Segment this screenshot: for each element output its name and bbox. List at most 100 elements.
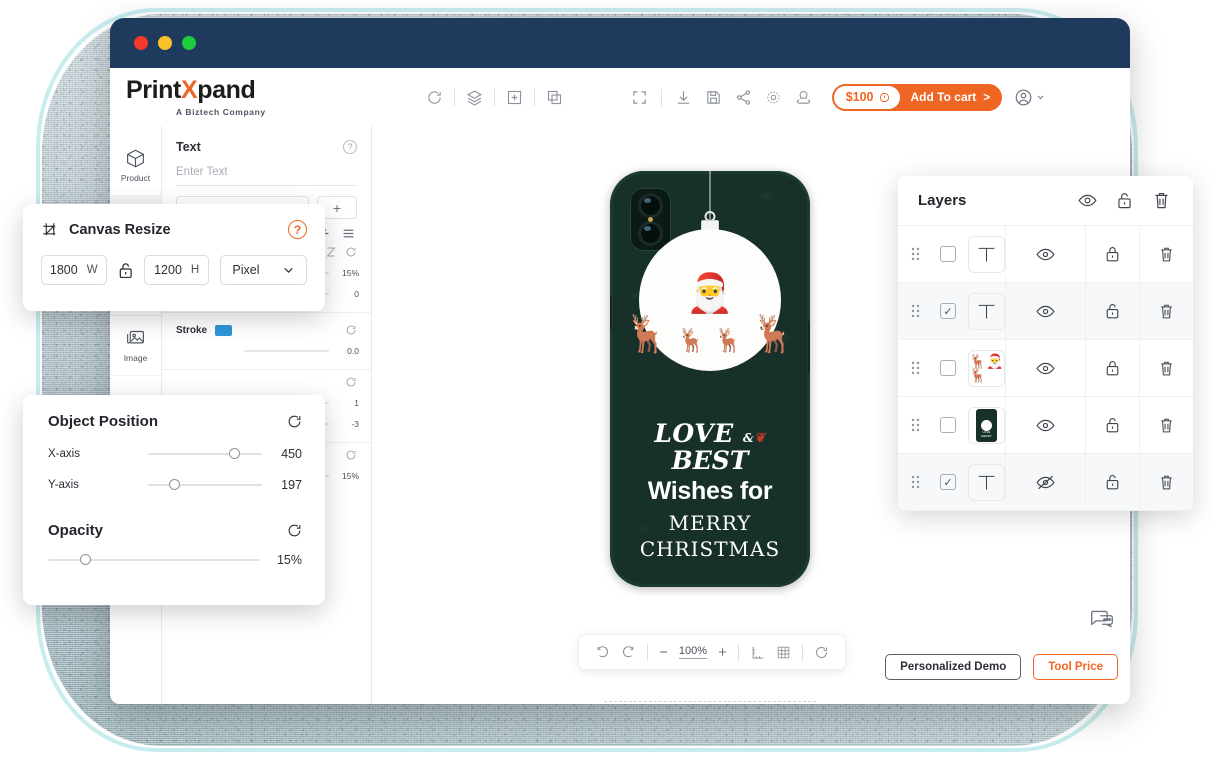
design-text-line2: BEST (671, 446, 749, 475)
layer-lock-toggle[interactable] (1085, 283, 1139, 339)
layer-visibility-toggle[interactable] (1005, 397, 1085, 453)
rail-item-product[interactable]: Product (110, 136, 161, 196)
object-position-header: Object Position (48, 413, 302, 430)
save-icon[interactable] (705, 89, 722, 106)
opacity-slider[interactable] (48, 553, 260, 567)
price-badge[interactable]: $100 (833, 85, 900, 109)
canvas-width-value: 1800 (49, 263, 78, 277)
table-row[interactable]: ✓ (898, 283, 1193, 340)
canvas-unit-select[interactable]: Pixel (220, 255, 308, 285)
layer-delete-button[interactable] (1139, 454, 1193, 510)
window-close-button[interactable] (134, 36, 148, 50)
x-axis-slider[interactable] (148, 447, 262, 461)
tool-price-button[interactable]: Tool Price (1033, 654, 1118, 680)
add-frame-icon[interactable] (506, 89, 523, 106)
layer-thumbnail-text[interactable] (968, 235, 1005, 273)
layer-visibility-toggle[interactable] (1005, 226, 1085, 282)
three-d-view-icon[interactable] (795, 89, 812, 106)
y-axis-slider[interactable] (148, 478, 262, 492)
layer-select-checkbox[interactable] (932, 246, 964, 262)
layer-delete-button[interactable] (1139, 283, 1193, 339)
chat-bubble-icon[interactable] (1088, 608, 1116, 632)
info-icon[interactable] (879, 92, 890, 103)
table-row[interactable]: ✓ (898, 454, 1193, 511)
personalized-demo-button[interactable]: Personalized Demo (885, 654, 1022, 680)
canvas-height-input[interactable]: 1200 H (143, 255, 210, 285)
drag-handle-icon[interactable] (898, 304, 932, 318)
layer-delete-button[interactable] (1139, 340, 1193, 396)
layer-visibility-toggle[interactable] (1005, 340, 1085, 396)
text-input[interactable]: Enter Text (176, 166, 357, 186)
reset-icon[interactable] (345, 324, 357, 336)
canvas-width-input[interactable]: 1800 W (41, 255, 107, 285)
redo-icon[interactable] (621, 645, 636, 660)
zoom-level-value[interactable]: 100% (678, 645, 708, 659)
stroke-width-slider[interactable] (244, 345, 329, 357)
layer-thumbnail-text[interactable] (968, 292, 1005, 330)
trash-icon[interactable] (1152, 191, 1171, 210)
account-menu[interactable] (1014, 88, 1045, 107)
flip-icon[interactable] (325, 246, 337, 258)
layer-visibility-toggle[interactable] (1005, 454, 1085, 510)
table-row[interactable]: 🦌🎅🦌 (898, 340, 1193, 397)
preview-icon[interactable] (765, 89, 782, 106)
layer-lock-toggle[interactable] (1085, 226, 1139, 282)
add-to-cart-button[interactable]: Add To cart > (900, 84, 1003, 111)
history-icon[interactable] (426, 89, 443, 106)
table-row[interactable] (898, 226, 1193, 283)
text-panel-title: Text (176, 140, 201, 154)
phone-case-preview[interactable]: 🎅 🦌 🦌 🦌 🦌 LOVE &❦ BEST Wishes for MERRY CHR… (610, 171, 810, 587)
stroke-color-swatch[interactable] (215, 324, 233, 336)
reset-icon[interactable] (287, 523, 302, 538)
layer-lock-toggle[interactable] (1085, 454, 1139, 510)
layer-lock-toggle[interactable] (1085, 397, 1139, 453)
layer-select-checkbox[interactable]: ✓ (932, 303, 964, 319)
align-justify-icon[interactable] (342, 227, 355, 240)
design-text-block[interactable]: LOVE &❦ BEST Wishes for MERRY CHRISTMAS (610, 419, 810, 561)
canvas-height-value: 1200 (154, 263, 182, 277)
layer-delete-button[interactable] (1139, 226, 1193, 282)
layer-delete-button[interactable] (1139, 397, 1193, 453)
drag-handle-icon[interactable] (898, 418, 932, 432)
table-row[interactable]: LOVE MERRY (898, 397, 1193, 454)
window-minimize-button[interactable] (158, 36, 172, 50)
grid-icon[interactable] (776, 645, 791, 660)
lock-open-icon (1106, 304, 1119, 319)
layers-stack-icon[interactable] (466, 89, 483, 106)
fullscreen-icon[interactable] (631, 89, 648, 106)
unlock-icon[interactable] (1115, 191, 1134, 210)
zoom-out-button[interactable]: − (659, 644, 668, 661)
drag-handle-icon[interactable] (898, 247, 932, 261)
ruler-icon[interactable] (750, 645, 765, 660)
layer-thumbnail-design[interactable]: LOVE MERRY (968, 406, 1005, 444)
question-mark-icon[interactable]: ? (343, 140, 357, 154)
undo-icon[interactable] (595, 645, 610, 660)
duplicate-icon[interactable] (546, 89, 563, 106)
layer-lock-toggle[interactable] (1085, 340, 1139, 396)
share-icon[interactable] (735, 89, 752, 106)
question-mark-icon[interactable]: ? (288, 220, 307, 239)
reset-icon[interactable] (345, 449, 357, 461)
unlocked-aspect-ratio-icon[interactable] (118, 261, 133, 280)
reset-view-icon[interactable] (814, 645, 829, 660)
download-icon[interactable] (675, 89, 692, 106)
text-t-icon (978, 304, 995, 318)
zoom-in-button[interactable]: + (718, 644, 727, 661)
brand-logo[interactable]: PrintXpand A Biztech Company (126, 77, 266, 117)
window-maximize-button[interactable] (182, 36, 196, 50)
layer-select-checkbox[interactable] (932, 417, 964, 433)
eye-icon[interactable] (1078, 191, 1097, 210)
design-text-line3: Wishes for (647, 477, 773, 505)
layer-select-checkbox[interactable] (932, 360, 964, 376)
layer-select-checkbox[interactable]: ✓ (932, 474, 964, 490)
layer-visibility-toggle[interactable] (1005, 283, 1085, 339)
drag-handle-icon[interactable] (898, 361, 932, 375)
layer-thumbnail-text[interactable] (968, 463, 1005, 501)
layer-thumbnail-clipart[interactable]: 🦌🎅🦌 (968, 349, 1005, 387)
reset-icon[interactable] (345, 246, 357, 258)
reset-icon[interactable] (345, 376, 357, 388)
text-t-icon (978, 247, 995, 261)
reset-icon[interactable] (287, 414, 302, 429)
rail-item-image[interactable]: Image (110, 316, 161, 376)
drag-handle-icon[interactable] (898, 475, 932, 489)
